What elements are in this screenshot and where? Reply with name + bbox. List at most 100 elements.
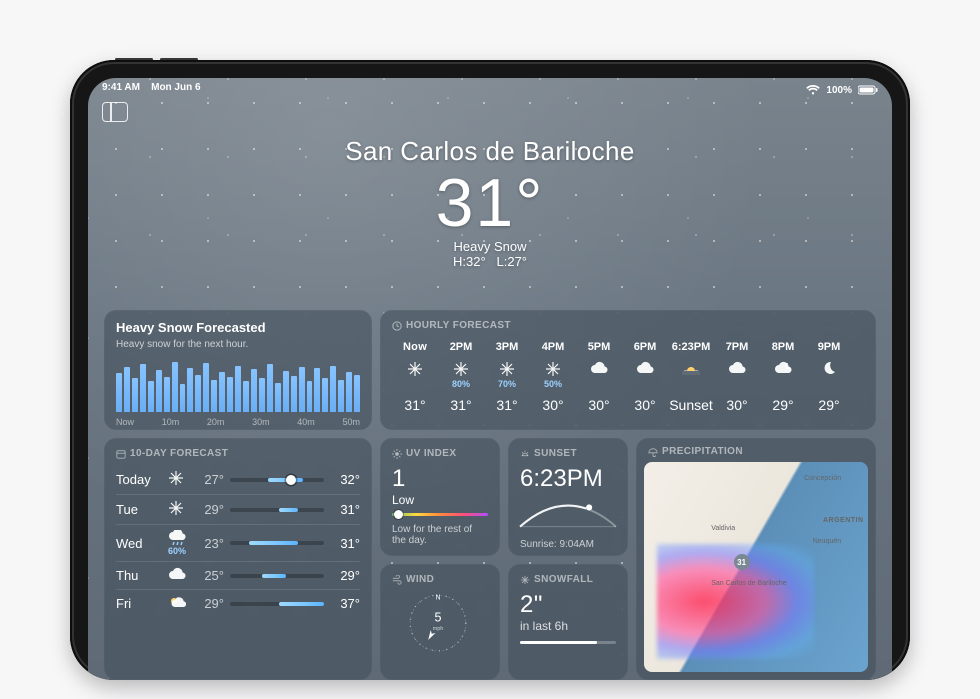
sunset-card[interactable]: Sunset 6:23PM Sunrise: — [508, 438, 628, 556]
tenday-hi: 37° — [330, 596, 360, 611]
hour-cell[interactable]: 5PM 30° — [576, 341, 622, 413]
current-conditions: San Carlos de Bariloche 31° Heavy Snow H… — [88, 136, 892, 269]
minute-bar — [172, 362, 178, 412]
sunset-header: Sunset — [520, 448, 616, 459]
weather-icon — [576, 361, 622, 379]
minute-bar — [180, 384, 186, 412]
map-pin[interactable]: 31 — [734, 554, 750, 570]
tenday-row[interactable]: Tue29°31° — [116, 494, 360, 524]
hour-temp: 30° — [530, 397, 576, 413]
temp-range-bar — [230, 508, 324, 512]
hour-cell[interactable]: 6PM30° — [622, 341, 668, 413]
minute-bar — [164, 377, 170, 412]
minute-bar — [330, 366, 336, 412]
status-time: 9:41 AM — [102, 82, 140, 93]
hour-temp: 31° — [484, 397, 530, 413]
minute-bar — [156, 370, 162, 412]
hour-cell[interactable]: 4PM50%30° — [530, 341, 576, 413]
weather-icon — [806, 361, 852, 379]
sunrise-label: Sunrise: — [520, 539, 557, 550]
minute-bar — [283, 371, 289, 412]
hour-cell[interactable]: 7PM30° — [714, 341, 760, 413]
snowfall-value: 2" — [520, 591, 616, 619]
status-date: Mon Jun 6 — [151, 82, 200, 93]
calendar-icon — [116, 449, 126, 459]
map-pin-temp: 31 — [737, 558, 746, 567]
sunrise-line: Sunrise: 9:04AM — [520, 539, 616, 550]
weather-icon — [714, 361, 760, 379]
minute-bar — [354, 375, 360, 412]
wind-header-text: Wind — [406, 574, 434, 585]
high-temp: H:32° — [453, 254, 486, 269]
tenday-header-text: 10-Day Forecast — [130, 448, 228, 459]
hour-label: 6:23PM — [668, 341, 714, 353]
tenday-row[interactable]: Wed60%23°31° — [116, 524, 360, 561]
tenday-row[interactable]: Fri29°37° — [116, 589, 360, 617]
sidebar-toggle-button[interactable] — [102, 102, 128, 122]
hour-temp: 31° — [392, 397, 438, 413]
tenday-day: Fri — [116, 596, 162, 611]
minute-bar — [203, 363, 209, 412]
hour-cell[interactable]: 9PM29° — [806, 341, 852, 413]
map-label-city: San Carlos de Bariloche — [711, 580, 787, 587]
minute-bar — [267, 364, 273, 412]
minute-bar — [227, 377, 233, 412]
snowfall-sub: in last 6h — [520, 619, 616, 633]
battery-icon — [858, 85, 878, 95]
hour-pop — [714, 379, 760, 389]
screen: 9:41 AM Mon Jun 6 100% San Carlos de Bar… — [88, 78, 892, 680]
minute-bar — [140, 364, 146, 412]
weather-icon — [438, 361, 484, 379]
tenday-hi: 31° — [330, 536, 360, 551]
tenday-row[interactable]: Today27°32° — [116, 465, 360, 494]
tenday-forecast-card[interactable]: 10-Day Forecast Today27°32°Tue29°31°Wed6… — [104, 438, 372, 680]
hour-label: 5PM — [576, 341, 622, 353]
hour-pop — [852, 379, 864, 389]
snowflake-icon — [520, 575, 530, 585]
hour-temp: 29° — [806, 397, 852, 413]
tenday-row[interactable]: Thu25°29° — [116, 561, 360, 589]
hour-cell[interactable]: Now 31° — [392, 341, 438, 413]
hour-cell[interactable]: 8PM29° — [760, 341, 806, 413]
wind-compass: N 5 mph — [392, 591, 484, 655]
minute-bar — [148, 381, 154, 412]
hourly-header-text: Hourly Forecast — [406, 320, 511, 331]
minute-forecast-card[interactable]: Heavy Snow Forecasted Heavy snow for the… — [104, 310, 372, 430]
minute-bar — [346, 372, 352, 412]
ipad-frame: 9:41 AM Mon Jun 6 100% San Carlos de Bar… — [70, 60, 910, 680]
hour-pop — [576, 379, 622, 389]
uv-value: 1 — [392, 465, 488, 493]
precipitation-map-card[interactable]: Precipitation Concepción Valdivia ARGENT… — [636, 438, 876, 680]
wind-card[interactable]: Wind N 5 mph — [380, 564, 500, 680]
tenday-day: Wed — [116, 536, 162, 551]
snowfall-header: Snowfall — [520, 574, 616, 585]
map-label-valdivia: Valdivia — [711, 525, 735, 532]
cards-grid: Heavy Snow Forecasted Heavy snow for the… — [104, 310, 876, 680]
hourly-forecast-card[interactable]: Hourly Forecast Now 31°2PM80%31°3PM70%31°… — [380, 310, 876, 430]
minute-bar — [195, 375, 201, 412]
precipitation-map[interactable]: Concepción Valdivia ARGENTIN Neuquén San… — [644, 462, 868, 672]
location-name: San Carlos de Bariloche — [88, 136, 892, 167]
snowfall-header-text: Snowfall — [534, 574, 593, 585]
hour-cell[interactable]: 10P29 — [852, 341, 864, 413]
weather-icon — [484, 361, 530, 379]
hourly-row[interactable]: Now31°2PM80%31°3PM70%31°4PM50%30°5PM30°6… — [392, 337, 864, 413]
hour-cell[interactable]: 6:23PMSunset — [668, 341, 714, 413]
minute-xlabel: Now — [116, 417, 134, 427]
hour-label: Now — [392, 341, 438, 353]
minute-xlabel: 10m — [162, 417, 180, 427]
hour-cell[interactable]: 2PM80%31° — [438, 341, 484, 413]
hour-temp: 30° — [576, 397, 622, 413]
status-right: 100% — [806, 82, 878, 98]
low-temp: L:27° — [497, 254, 528, 269]
uv-index-card[interactable]: UV Index 1 Low Low for the rest of the d… — [380, 438, 500, 556]
snowfall-card[interactable]: Snowfall 2" in last 6h — [508, 564, 628, 680]
minute-bar — [132, 378, 138, 412]
weather-icon — [760, 361, 806, 379]
hour-cell[interactable]: 3PM70%31° — [484, 341, 530, 413]
status-left: 9:41 AM Mon Jun 6 — [102, 82, 201, 98]
uv-header: UV Index — [392, 448, 488, 459]
hour-label: 6PM — [622, 341, 668, 353]
sunset-header-text: Sunset — [534, 448, 577, 459]
weather-icon — [668, 361, 714, 379]
